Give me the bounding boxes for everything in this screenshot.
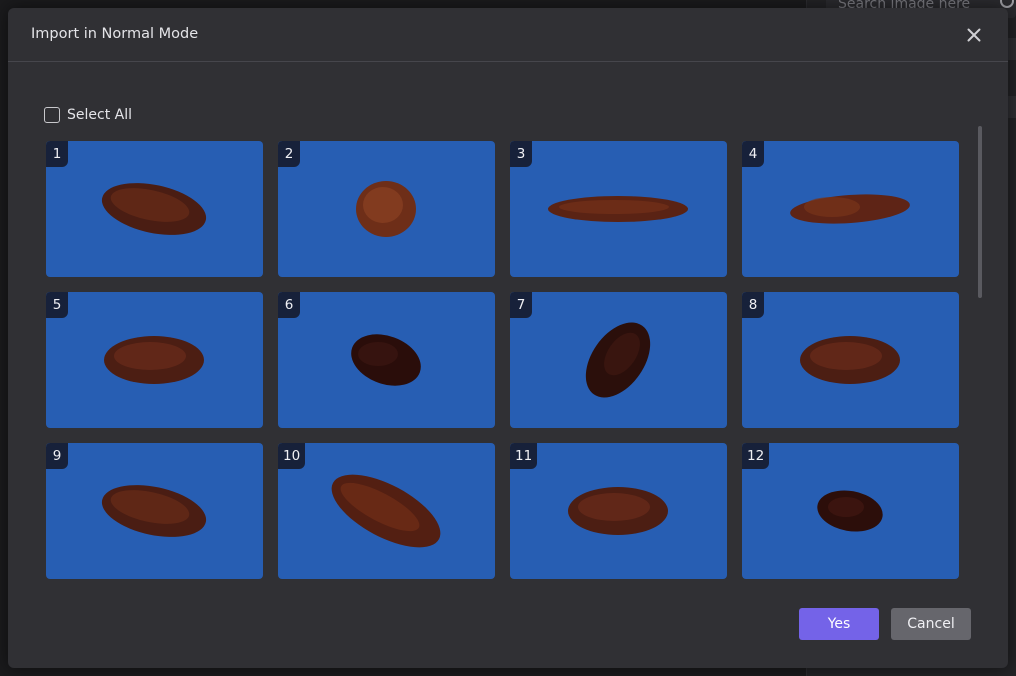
dialog-title: Import in Normal Mode: [31, 26, 199, 42]
image-number-badge: 12: [742, 443, 770, 469]
raisin-image: [800, 336, 900, 384]
image-number-badge: 8: [742, 292, 764, 318]
raisin-image: [585, 322, 651, 398]
raisin-image: [101, 485, 207, 537]
raisin-image: [101, 183, 207, 235]
select-all-label: Select All: [67, 107, 132, 123]
image-number-badge: 6: [278, 292, 300, 318]
raisin-image: [568, 487, 668, 535]
raisin-image: [817, 490, 883, 532]
image-tile[interactable]: 10: [278, 443, 495, 579]
raisin-image: [356, 181, 416, 237]
close-button[interactable]: [962, 23, 986, 47]
image-number-badge: 11: [510, 443, 538, 469]
dialog-header: Import in Normal Mode: [8, 8, 1008, 62]
image-tile[interactable]: 1: [46, 141, 263, 277]
raisin-image: [351, 334, 421, 386]
raisin-image: [548, 196, 688, 222]
close-icon: [967, 28, 981, 42]
image-tile[interactable]: 7: [510, 292, 727, 428]
yes-button[interactable]: Yes: [799, 608, 879, 640]
image-number-badge: 3: [510, 141, 532, 167]
image-number-badge: 1: [46, 141, 68, 167]
image-tile[interactable]: 4: [742, 141, 959, 277]
raisin-image: [104, 336, 204, 384]
raisin-image: [331, 474, 441, 548]
import-dialog: Import in Normal Mode Select All 1234567…: [8, 8, 1008, 668]
image-tile[interactable]: 3: [510, 141, 727, 277]
image-number-badge: 10: [278, 443, 306, 469]
scrollbar[interactable]: [978, 126, 982, 298]
image-tile[interactable]: 12: [742, 443, 959, 579]
image-number-badge: 4: [742, 141, 764, 167]
image-number-badge: 2: [278, 141, 300, 167]
image-tile[interactable]: 5: [46, 292, 263, 428]
image-tile[interactable]: 6: [278, 292, 495, 428]
image-number-badge: 9: [46, 443, 68, 469]
image-tile[interactable]: 2: [278, 141, 495, 277]
image-number-badge: 7: [510, 292, 532, 318]
raisin-image: [790, 194, 910, 224]
image-tile[interactable]: 8: [742, 292, 959, 428]
image-number-badge: 5: [46, 292, 68, 318]
select-all-checkbox[interactable]: [44, 107, 60, 123]
image-tile[interactable]: 11: [510, 443, 727, 579]
cancel-button[interactable]: Cancel: [891, 608, 971, 640]
image-tile[interactable]: 9: [46, 443, 263, 579]
select-all-toggle[interactable]: Select All: [44, 107, 132, 123]
